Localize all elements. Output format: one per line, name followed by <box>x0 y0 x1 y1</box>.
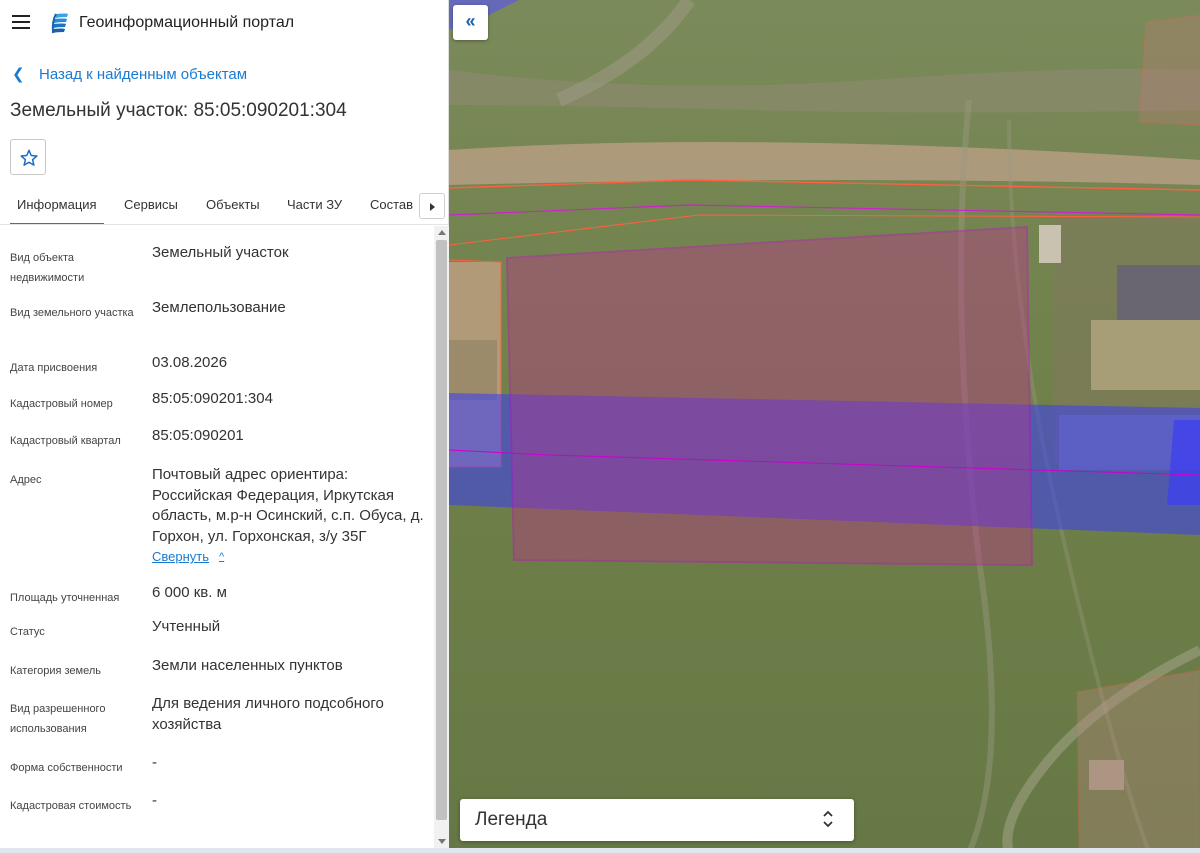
tab-parcel-parts[interactable]: Части ЗУ <box>287 197 342 212</box>
star-outline-icon <box>20 149 38 166</box>
tab-bar: Информация Сервисы Объекты Части ЗУ Сост… <box>0 187 449 225</box>
tab-objects[interactable]: Объекты <box>206 197 260 212</box>
app-title: Геоинформационный портал <box>79 14 295 31</box>
field-label: Вид земельного участка <box>10 307 134 319</box>
legend-dropdown[interactable]: Легенда <box>460 799 854 841</box>
scrollbar-thumb[interactable] <box>436 240 447 820</box>
tab-composition[interactable]: Состав <box>370 197 413 212</box>
chevron-up-icon: ^ <box>219 551 225 563</box>
field-label: Форма собственности <box>10 762 123 774</box>
tab-information[interactable]: Информация <box>10 197 104 224</box>
back-to-results-link[interactable]: ❮ Назад к найденным объектам <box>12 64 247 84</box>
field-label: Площадь уточненная <box>10 592 120 604</box>
field-value: Почтовый адрес ориентира: Российская Фед… <box>152 465 427 568</box>
collapse-link[interactable]: Свернуть ^ <box>152 547 224 568</box>
collapse-label: Свернуть <box>152 549 210 564</box>
top-bar: Геоинформационный портал <box>0 0 449 46</box>
page-title: Земельный участок: 85:05:090201:304 <box>10 100 347 121</box>
field-value: 6 000 кв. м <box>152 584 227 601</box>
field-label: Адрес <box>10 474 42 486</box>
chevron-left-icon: ❮ <box>12 66 25 83</box>
chevron-up-down-icon <box>823 810 833 828</box>
side-panel: Геоинформационный портал ❮ Назад к найде… <box>0 0 449 853</box>
field-value: - <box>152 792 157 809</box>
double-chevron-left-icon[interactable]: « <box>453 5 488 40</box>
field-value: Для ведения личного подсобного хозяйства <box>152 695 384 733</box>
info-scrollbar[interactable] <box>434 226 449 848</box>
chevron-right-icon[interactable] <box>419 193 445 219</box>
field-value: Учтенный <box>152 618 221 635</box>
field-value: 85:05:090201:304 <box>152 390 273 407</box>
field-label: Дата присвоения <box>10 362 98 374</box>
tab-services[interactable]: Сервисы <box>124 197 178 212</box>
legend-label: Легенда <box>475 809 548 830</box>
portal-logo-icon <box>51 13 68 34</box>
field-value: Земли населенных пунктов <box>152 657 343 674</box>
field-label: Кадастровый квартал <box>10 435 121 447</box>
os-taskbar <box>0 848 1200 853</box>
address-text: Почтовый адрес ориентира: Российская Фед… <box>152 466 424 545</box>
field-value: Землепользование <box>152 299 286 316</box>
info-list: Вид объекта недвижимости Земельный участ… <box>0 228 434 848</box>
back-link-label: Назад к найденным объектам <box>39 65 248 83</box>
field-value: Земельный участок <box>152 244 289 261</box>
field-label: Статус <box>10 626 45 638</box>
scroll-up-icon[interactable] <box>438 230 446 235</box>
field-label: Вид объекта недвижимости <box>10 252 85 284</box>
satellite-imagery <box>449 0 1200 853</box>
hamburger-menu-icon[interactable] <box>12 15 30 29</box>
field-label: Кадастровая стоимость <box>10 800 132 812</box>
field-value: 03.08.2026 <box>152 354 228 371</box>
field-label: Кадастровый номер <box>10 398 113 410</box>
favorite-button[interactable] <box>10 139 46 175</box>
field-label: Вид разрешенного использования <box>10 703 106 735</box>
scroll-down-icon[interactable] <box>438 839 446 844</box>
map-view[interactable]: « Легенда <box>449 0 1200 853</box>
field-value: - <box>152 754 157 771</box>
field-value: 85:05:090201 <box>152 427 244 444</box>
field-label: Категория земель <box>10 665 101 677</box>
